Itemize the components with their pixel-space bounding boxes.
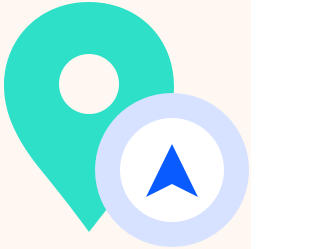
pin-hole <box>59 54 119 114</box>
location-navigation-icon <box>0 0 251 249</box>
navigation-badge <box>95 93 249 247</box>
icon-canvas <box>0 0 251 249</box>
